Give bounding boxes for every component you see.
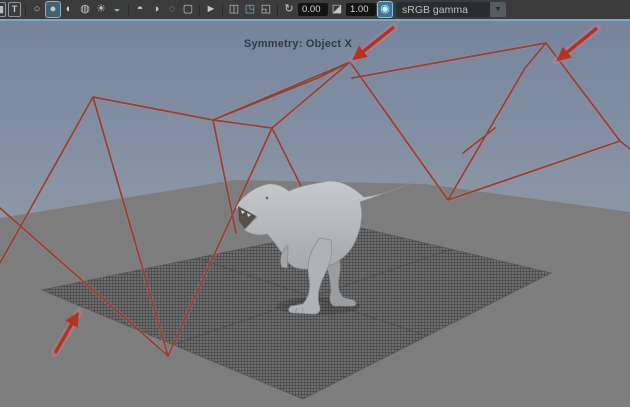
gamma-icon[interactable]: ◪ xyxy=(330,2,344,17)
film-gate-icon[interactable]: ▦ xyxy=(0,2,6,17)
default-material-icon[interactable]: ◍ xyxy=(78,2,92,17)
xray-joints-icon[interactable]: ◳ xyxy=(243,2,257,17)
ssao-icon[interactable]: ◓ xyxy=(133,2,147,17)
gamma-field[interactable]: 1.00 xyxy=(346,3,376,16)
toolbar-separator xyxy=(222,3,223,16)
xray-active-icon[interactable]: ◱ xyxy=(259,2,273,17)
toolbar-separator xyxy=(277,3,278,16)
safe-title-icon[interactable]: T xyxy=(8,2,21,17)
panel-toolbar: ▦T ○●◐◍☀◒ ◓◑◌▢ ► ◫◳◱ ↻0.00◪1.00◉ sRGB gamma ▼ xyxy=(0,0,630,19)
isolate-select-icon[interactable]: ► xyxy=(204,2,218,17)
dino-eye xyxy=(265,196,269,200)
view-transform-icon[interactable]: ◉ xyxy=(378,2,392,17)
motion-blur-icon[interactable]: ◑ xyxy=(149,2,163,17)
view-transform-dropdown[interactable]: sRGB gamma ▼ xyxy=(396,2,506,17)
inview-message: Symmetry: Object X xyxy=(243,38,353,50)
shaded-mode-icon[interactable]: ● xyxy=(46,2,60,17)
viewport-3d[interactable] xyxy=(0,0,630,407)
active-viewport-border xyxy=(0,19,630,21)
toolbar-separator xyxy=(199,3,200,16)
depth-of-field-icon[interactable]: ▢ xyxy=(181,2,195,17)
antialiasing-icon[interactable]: ◌ xyxy=(165,2,179,17)
exposure-icon[interactable]: ↻ xyxy=(282,2,296,17)
view-transform-value: sRGB gamma xyxy=(402,3,468,16)
exposure-field[interactable]: 0.00 xyxy=(298,3,328,16)
wireframe-mode-icon[interactable]: ○ xyxy=(30,2,44,17)
textured-mode-icon[interactable]: ◐ xyxy=(62,2,76,17)
dropdown-caret-icon[interactable]: ▼ xyxy=(490,2,506,17)
toolbar-separator xyxy=(25,3,26,16)
xray-icon[interactable]: ◫ xyxy=(227,2,241,17)
toolbar-separator xyxy=(128,3,129,16)
shadows-icon[interactable]: ◒ xyxy=(110,2,124,17)
lights-icon[interactable]: ☀ xyxy=(94,2,108,17)
